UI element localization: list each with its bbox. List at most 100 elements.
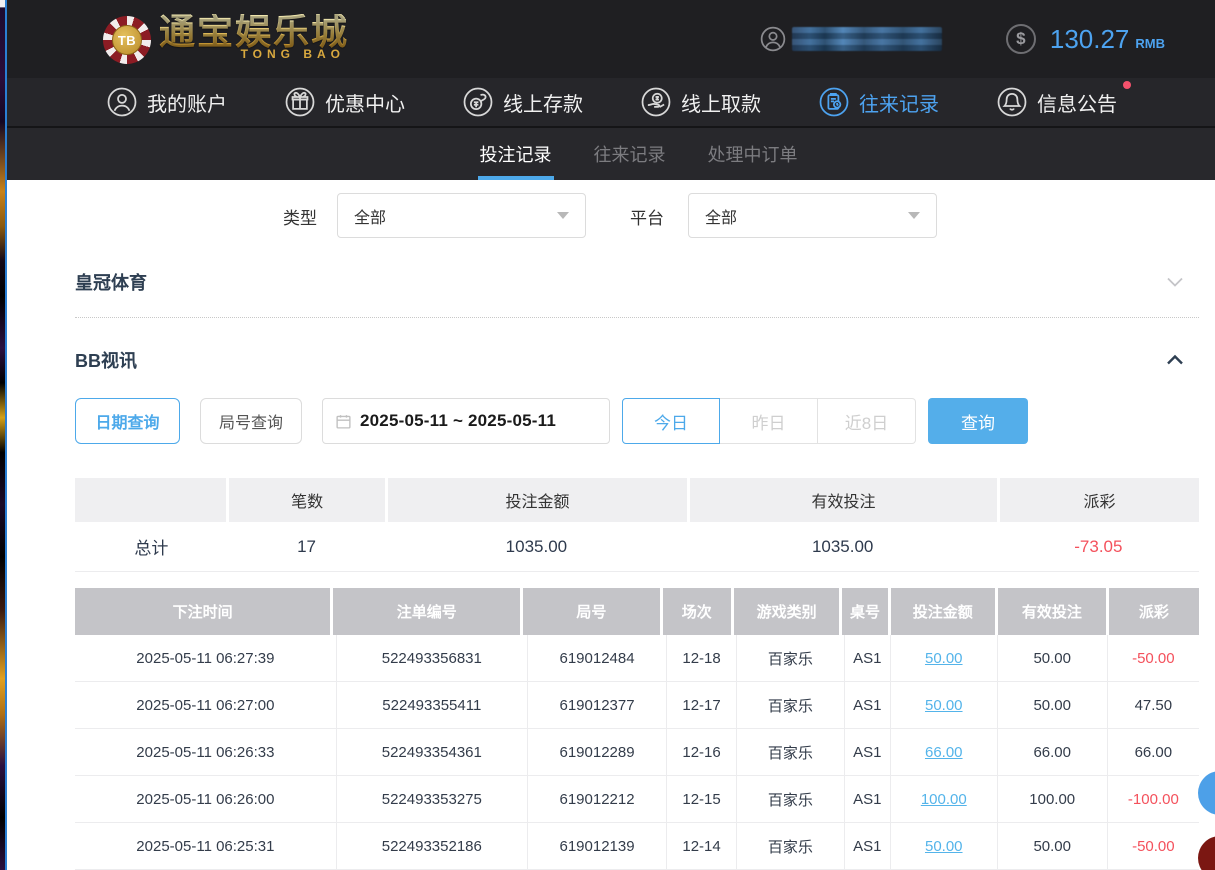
search-button[interactable]: 查询 [928,398,1028,444]
user-icon [760,26,786,52]
table-cell: 66.00 [890,729,997,775]
page: TB 通宝娱乐城 TONG BAO $ 130.27 RMB [0,0,1215,870]
yesterday-button[interactable]: 昨日 [720,398,818,444]
section-title: 皇冠体育 [75,269,147,295]
table-cell: 619012377 [527,682,666,728]
bet-records-table: 下注时间 注单编号 局号 场次 游戏类别 桌号 投注金额 有效投注 派彩 202… [75,588,1199,870]
col-valid-bet: 有效投注 [998,588,1106,635]
table-cell: -100.00 [1107,776,1199,822]
table-cell: 47.50 [1107,682,1199,728]
balance-display[interactable]: $ 130.27 RMB [1006,24,1165,55]
nav-label: 往来记录 [859,88,939,117]
nav-deposit[interactable]: 线上存款 [463,87,583,117]
date-query-button[interactable]: 日期查询 [75,398,180,444]
withdraw-icon [641,87,671,117]
summary-col-payout: 派彩 [1000,478,1199,522]
brand-logo[interactable]: TB 通宝娱乐城 TONG BAO [103,14,349,64]
table-cell: 百家乐 [736,776,844,822]
today-button[interactable]: 今日 [622,398,720,444]
summary-table: 笔数 投注金额 有效投注 派彩 总计 17 1035.00 1035.00 -7… [75,478,1199,572]
table-cell: AS1 [844,635,890,681]
section-crown-sports[interactable]: 皇冠体育 [75,258,1199,305]
summary-col-valid: 有效投注 [690,478,997,522]
table-cell: 100.00 [890,776,997,822]
type-select[interactable]: 全部 [337,193,586,238]
tab-bet-records[interactable]: 投注记录 [478,128,554,180]
caret-down-icon [557,212,569,219]
nav-announcements[interactable]: 信息公告 [997,87,1117,117]
col-bet-amount: 投注金额 [891,588,995,635]
bet-amount-link[interactable]: 100.00 [921,791,967,808]
table-cell: 522493355411 [336,682,527,728]
table-cell: 50.00 [890,682,997,728]
nav-promotions[interactable]: 优惠中心 [285,87,405,117]
records-icon [819,87,849,117]
query-controls: 日期查询 局号查询 2025-05-11 ~ 2025-05-11 今日 昨日 … [7,398,1215,446]
chevron-up-icon [1165,350,1185,370]
account-icon [107,87,137,117]
platform-filter-label: 平台 [630,193,664,239]
col-bet-time: 下注时间 [75,588,330,635]
nav-label: 信息公告 [1037,88,1117,117]
col-game-type: 游戏类别 [734,588,840,635]
table-cell: 2025-05-11 06:26:00 [75,776,336,822]
col-payout: 派彩 [1109,588,1199,635]
filter-row: 类型 全部 平台 全部 [7,193,1215,239]
type-select-value: 全部 [354,204,386,228]
table-cell: 50.00 [997,635,1107,681]
dotted-divider [75,317,1199,318]
date-range-input[interactable]: 2025-05-11 ~ 2025-05-11 [322,398,610,444]
table-cell: 522493353275 [336,776,527,822]
tab-transaction-records[interactable]: 往来记录 [592,128,668,180]
table-cell: -50.00 [1107,823,1199,869]
table-cell: AS1 [844,682,890,728]
section-bb-video[interactable]: BB视讯 [75,336,1199,383]
table-cell: AS1 [844,823,890,869]
table-cell: 100.00 [997,776,1107,822]
platform-select[interactable]: 全部 [688,193,937,238]
casino-chip-icon: TB [103,16,151,64]
bet-amount-link[interactable]: 66.00 [925,744,963,761]
table-cell: 50.00 [997,682,1107,728]
bet-amount-link[interactable]: 50.00 [925,697,963,714]
round-query-button[interactable]: 局号查询 [200,398,302,444]
table-cell: 百家乐 [736,682,844,728]
nav-label: 线上存款 [503,88,583,117]
summary-col-count: 笔数 [229,478,385,522]
chip-label: TB [112,25,142,55]
nav-transaction-records[interactable]: 往来记录 [819,87,939,117]
table-cell: 百家乐 [736,729,844,775]
summary-col-blank [75,478,226,522]
content: 类型 全部 平台 全部 皇冠体育 BB视讯 [7,180,1215,870]
top-header: TB 通宝娱乐城 TONG BAO $ 130.27 RMB [7,0,1215,78]
bet-amount-link[interactable]: 50.00 [925,838,963,855]
brand-text: 通宝娱乐城 TONG BAO [159,14,349,60]
table-cell: 619012212 [527,776,666,822]
username-redacted[interactable] [792,27,942,51]
table-cell: 12-17 [666,682,736,728]
table-row: 2025-05-11 06:25:31522493352186619012139… [75,823,1199,870]
summary-count-value: 17 [228,522,385,571]
notification-dot [1123,81,1131,89]
section-title: BB视讯 [75,347,137,373]
type-filter-label: 类型 [283,193,317,239]
summary-bet-value: 1035.00 [385,522,687,571]
table-cell: 50.00 [890,823,997,869]
last8days-button[interactable]: 近8日 [818,398,916,444]
tab-pending-orders[interactable]: 处理中订单 [706,128,800,180]
table-cell: 619012139 [527,823,666,869]
bet-amount-link[interactable]: 50.00 [925,650,963,667]
summary-total-row: 总计 17 1035.00 1035.00 -73.05 [75,522,1199,572]
summary-payout-value: -73.05 [998,522,1199,571]
table-row: 2025-05-11 06:26:00522493353275619012212… [75,776,1199,823]
table-cell: 50.00 [890,635,997,681]
table-row: 2025-05-11 06:27:39522493356831619012484… [75,635,1199,682]
table-cell: 百家乐 [736,823,844,869]
nav-my-account[interactable]: 我的账户 [107,87,227,117]
table-row: 2025-05-11 06:27:00522493355411619012377… [75,682,1199,729]
bet-table-body: 2025-05-11 06:27:39522493356831619012484… [75,635,1199,870]
table-cell: 522493354361 [336,729,527,775]
table-cell: 66.00 [997,729,1107,775]
col-table-no: 桌号 [842,588,887,635]
nav-withdraw[interactable]: 线上取款 [641,87,761,117]
